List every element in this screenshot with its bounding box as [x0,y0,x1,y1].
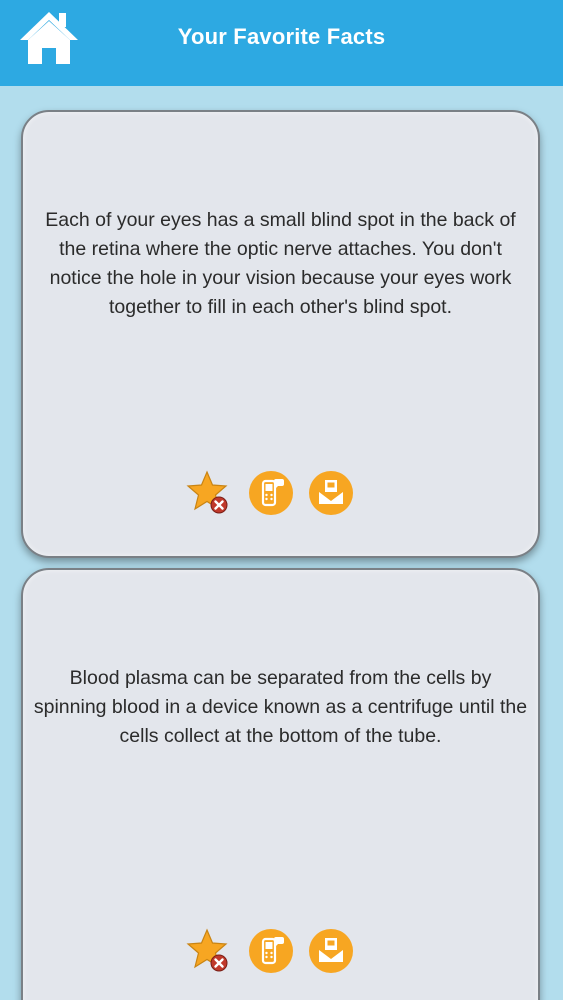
sms-phone-icon [249,471,293,515]
fact-card: Blood plasma can be separated from the c… [21,568,540,1000]
email-envelope-icon [309,471,353,515]
remove-favorite-button[interactable] [185,927,233,975]
fact-actions [23,927,538,977]
fact-card: Each of your eyes has a small blind spot… [21,110,540,558]
fact-text: Each of your eyes has a small blind spot… [45,209,516,318]
fact-actions [23,469,538,519]
share-sms-button[interactable] [247,469,295,517]
email-envelope-icon [309,929,353,973]
share-email-button[interactable] [307,927,355,975]
app-header: Your Favorite Facts [0,0,563,86]
remove-favorite-button[interactable] [185,469,233,517]
share-email-button[interactable] [307,469,355,517]
fact-text: Blood plasma can be separated from the c… [33,667,528,747]
unfavorite-star-icon [186,470,228,514]
sms-phone-icon [249,929,293,973]
share-sms-button[interactable] [247,927,295,975]
page-title: Your Favorite Facts [177,24,386,49]
facts-list[interactable]: Each of your eyes has a small blind spot… [0,86,563,1000]
unfavorite-star-icon [186,928,228,972]
